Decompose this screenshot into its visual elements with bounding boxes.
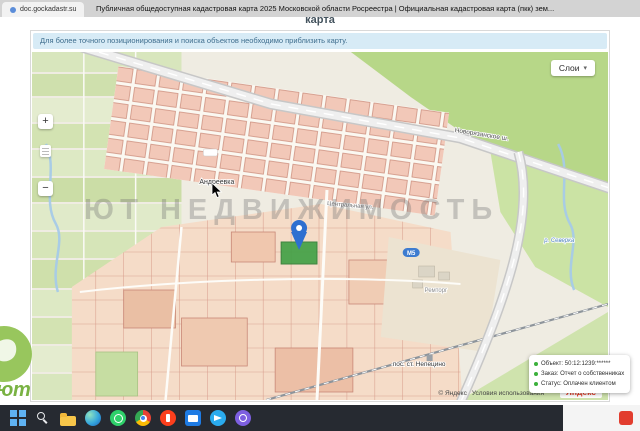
viber-icon[interactable] [235, 410, 251, 426]
agency-logo-watermark: ют [0, 322, 50, 409]
map-panel: Для более точного позиционирования и пои… [30, 30, 610, 402]
mouse-cursor [211, 183, 223, 199]
file-explorer-icon[interactable] [60, 412, 76, 426]
map-attribution: © Яндекс Условия использования [438, 390, 544, 397]
mail-icon[interactable] [185, 410, 201, 426]
status-row: Статус: Оплачен клиентом [534, 379, 625, 389]
object-row: Объект: 50:12:1239:****** [534, 359, 625, 369]
object-line: Объект: 50:12:1239:****** [541, 361, 611, 367]
telegram-icon[interactable] [210, 410, 226, 426]
layers-button-label: Слои [558, 63, 580, 73]
layers-button[interactable]: Слои ▾ [550, 60, 595, 76]
order-line: Заказ: Отчет о собственниках [541, 371, 625, 377]
edge-icon[interactable] [85, 410, 101, 426]
screenshot-root: doc.gockadastr.su Публичная общедоступна… [0, 0, 640, 431]
route-badge: М5 [402, 248, 420, 257]
order-row: Заказ: Отчет о собственниках [534, 369, 625, 379]
start-icon[interactable] [10, 410, 26, 426]
status-dot-icon [534, 362, 538, 366]
yandex-copyright: © Яндекс [438, 390, 467, 397]
tab-label: doc.gockadastr.su [20, 6, 77, 13]
yandex-browser-icon[interactable] [160, 410, 176, 426]
order-info-card: Объект: 50:12:1239:****** Заказ: Отчет о… [529, 355, 630, 393]
search-icon[interactable] [35, 410, 51, 426]
svg-text:М5: М5 [407, 251, 416, 257]
taskbar [0, 405, 563, 431]
zoom-out-button[interactable]: − [38, 181, 53, 196]
tray-app-icon[interactable] [619, 411, 633, 425]
chevron-down-icon: ▾ [583, 65, 587, 72]
zoom-notice: Для более точного позиционирования и пои… [33, 33, 607, 49]
site-favicon [10, 6, 16, 13]
page-heading-fragment: карта [305, 14, 335, 26]
zoom-in-button[interactable]: + [38, 114, 53, 129]
chrome-icon[interactable] [135, 410, 151, 426]
status-line: Статус: Оплачен клиентом [541, 381, 616, 387]
taskbar-tray [563, 405, 640, 431]
status-dot-icon [534, 372, 538, 376]
zoom-controls: + − [38, 114, 53, 196]
watermark-text: ЮТ НЕДВИЖИМОСТЬ [84, 194, 500, 226]
road-number-badge [203, 148, 218, 157]
map-canvas[interactable]: М5 Новорязанское ш. Андреевка Центральна… [32, 52, 608, 400]
poi-label: Ремторг [425, 288, 448, 294]
whatsapp-icon[interactable] [110, 410, 126, 426]
status-dot-icon [534, 382, 538, 386]
svg-text:ют: ют [0, 379, 31, 401]
river-label: р. Северка [543, 238, 575, 244]
zoom-slider[interactable] [40, 145, 51, 157]
station-label: пос. ст. Непецино [393, 361, 446, 368]
